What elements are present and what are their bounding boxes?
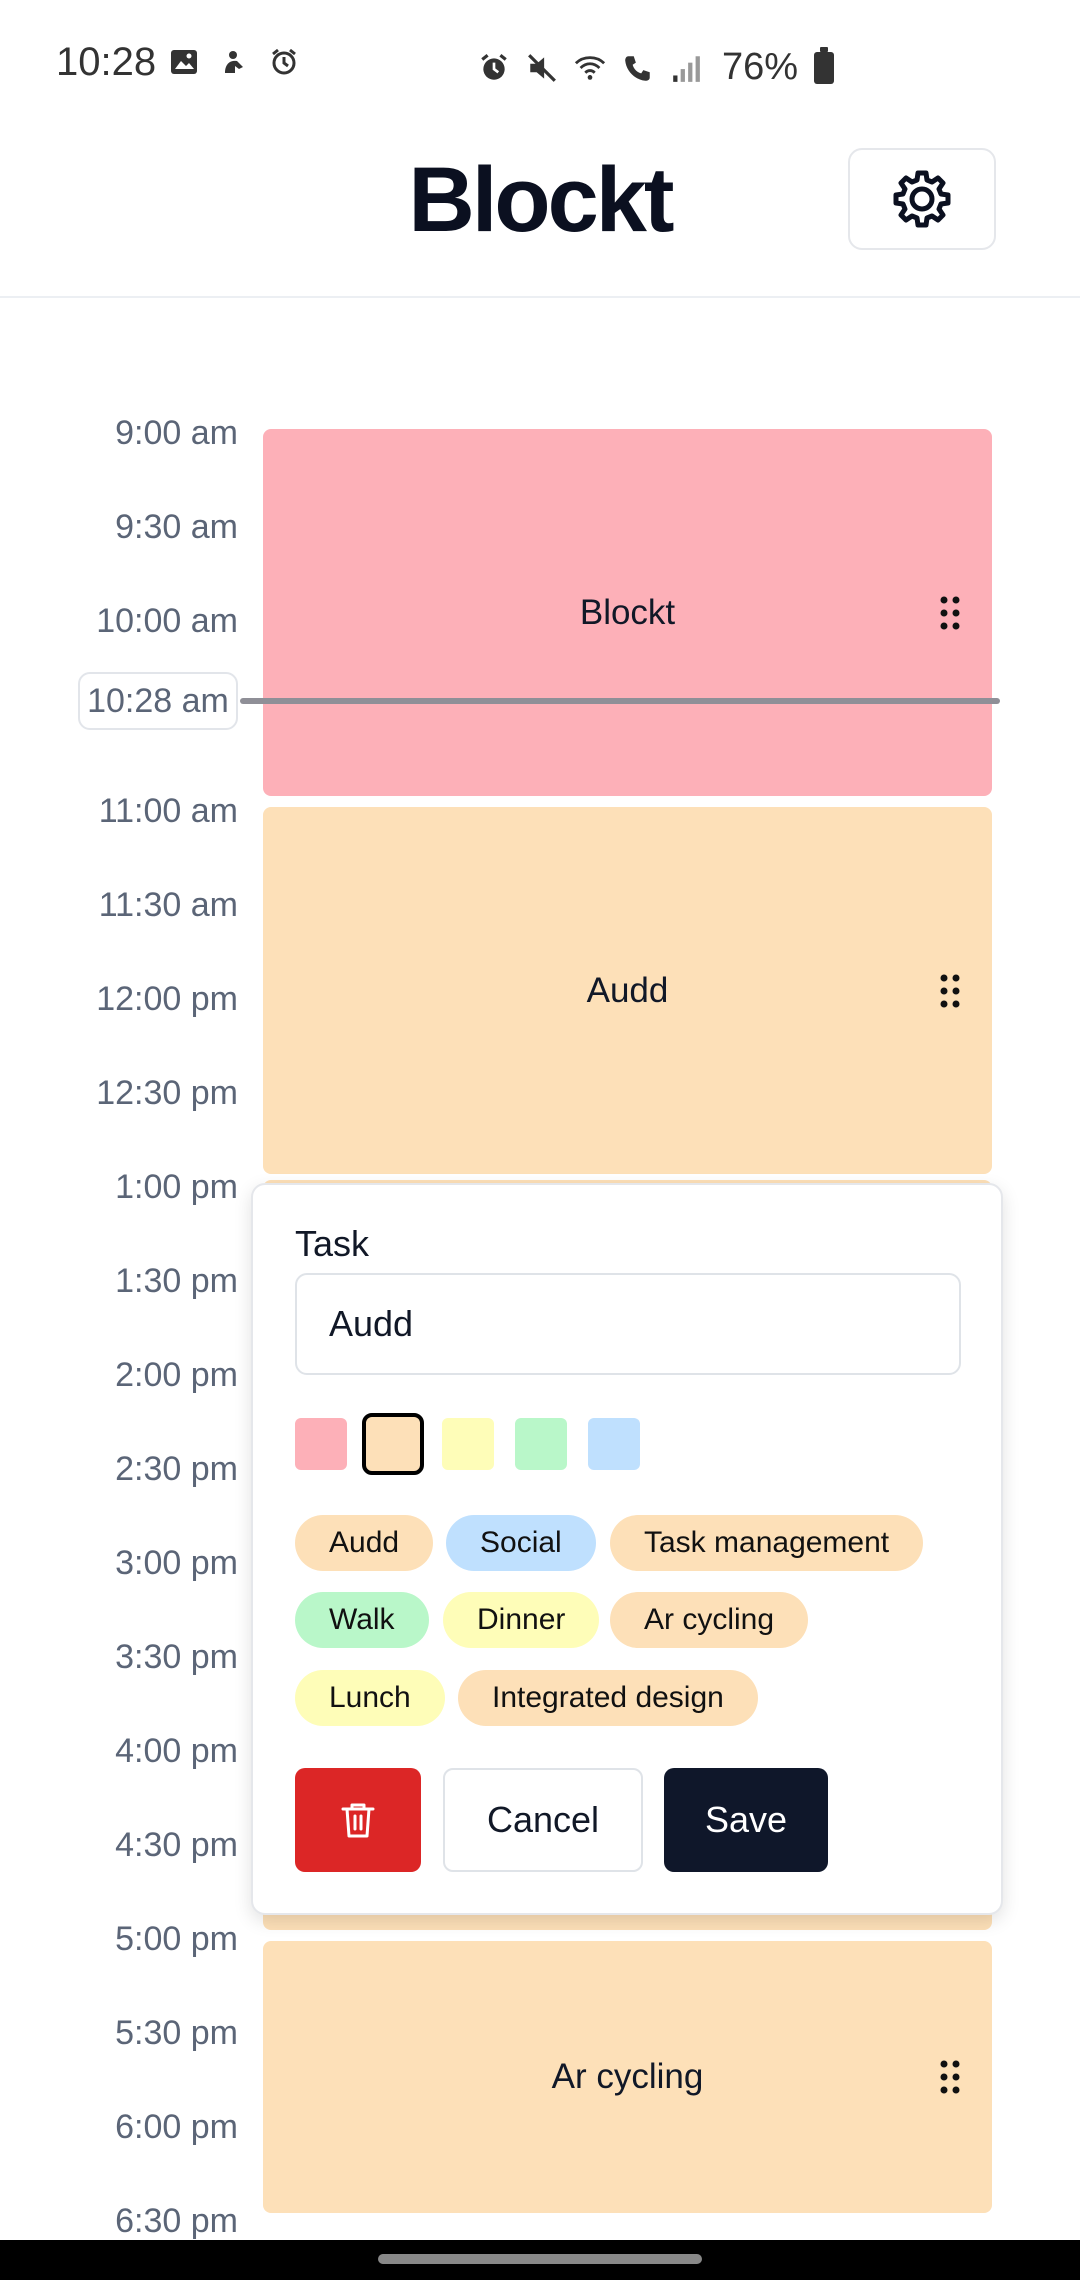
time-label: 4:30 pm <box>115 1826 238 1864</box>
alarm-clock-icon <box>268 46 300 78</box>
color-swatch-blue[interactable] <box>588 1418 640 1470</box>
time-label: 11:00 am <box>98 792 238 830</box>
time-label: 3:00 pm <box>115 1544 238 1582</box>
time-label: 3:30 pm <box>115 1638 238 1676</box>
current-time-line <box>240 698 1000 704</box>
task-field-label: Task <box>295 1223 370 1264</box>
status-time: 10:28 <box>56 40 157 84</box>
suggestion-chip[interactable]: Social <box>446 1515 596 1571</box>
cancel-button[interactable]: Cancel <box>443 1768 643 1872</box>
task-block-title: Blockt <box>579 592 676 632</box>
status-bar: 10:28 76% <box>0 0 1080 130</box>
trash-icon <box>341 1803 375 1838</box>
time-label: 1:00 pm <box>115 1168 238 1206</box>
wifi-calling-icon <box>574 52 606 84</box>
drag-handle-icon[interactable] <box>940 2060 960 2094</box>
edit-task-dialog: Task Audd Audd Social Task management Wa… <box>251 1183 1003 1915</box>
time-label: 2:30 pm <box>115 1450 238 1488</box>
wifi-call-icon <box>622 52 654 84</box>
time-label: 1:30 pm <box>115 1262 238 1300</box>
time-label: 10:00 am <box>96 602 238 640</box>
mute-icon <box>526 52 558 84</box>
color-swatch-yellow[interactable] <box>442 1418 494 1470</box>
suggestion-chip[interactable]: Audd <box>295 1515 434 1571</box>
suggestion-chip[interactable]: Integrated design <box>458 1670 758 1726</box>
time-label: 9:30 am <box>115 508 238 546</box>
suggestion-chip[interactable]: Dinner <box>443 1592 600 1648</box>
time-label: 6:00 pm <box>115 2108 238 2146</box>
time-label: 5:30 pm <box>115 2014 238 2052</box>
signal-icon <box>670 52 702 84</box>
drag-handle-icon[interactable] <box>940 596 960 630</box>
task-block[interactable]: Blockt <box>263 429 992 796</box>
battery-icon <box>814 46 835 84</box>
settings-button[interactable] <box>848 148 996 250</box>
time-label: 2:00 pm <box>115 1356 238 1394</box>
time-label: 5:00 pm <box>115 1920 238 1958</box>
task-block-title: Ar cycling <box>551 2057 704 2096</box>
time-label: 6:30 pm <box>115 2202 238 2240</box>
task-block[interactable]: Ar cycling <box>263 1941 992 2213</box>
current-time-label: 10:28 am <box>78 672 238 730</box>
alarm-icon <box>478 52 510 84</box>
suggestion-chip[interactable]: Ar cycling <box>610 1592 809 1648</box>
color-swatch-green[interactable] <box>515 1418 567 1470</box>
time-label: 12:30 pm <box>96 1074 238 1112</box>
task-block-title: Audd <box>586 970 669 1010</box>
color-swatch-pink[interactable] <box>295 1418 347 1470</box>
time-label: 9:00 am <box>115 414 238 452</box>
color-swatch-orange[interactable] <box>362 1413 424 1475</box>
task-name-input[interactable]: Audd <box>295 1273 961 1375</box>
system-nav-bar <box>0 2240 1080 2280</box>
delete-button[interactable] <box>295 1768 421 1872</box>
save-button[interactable]: Save <box>664 1768 828 1872</box>
time-label: 11:30 am <box>98 886 238 924</box>
suggestion-chip[interactable]: Task management <box>610 1515 924 1571</box>
suggestion-chip[interactable]: Walk <box>295 1592 429 1648</box>
time-label: 12:00 pm <box>96 980 238 1018</box>
gear-icon <box>893 170 951 228</box>
suggestion-chip[interactable]: Lunch <box>295 1670 445 1726</box>
gallery-icon <box>168 46 200 78</box>
home-gesture-handle[interactable] <box>378 2254 702 2264</box>
battery-percent: 76% <box>722 46 799 88</box>
time-label: 4:00 pm <box>115 1732 238 1770</box>
drag-handle-icon[interactable] <box>940 974 960 1008</box>
task-block[interactable]: Audd <box>263 807 992 1174</box>
app-notification-icon <box>218 46 250 78</box>
app-header: Blockt <box>0 130 1080 298</box>
